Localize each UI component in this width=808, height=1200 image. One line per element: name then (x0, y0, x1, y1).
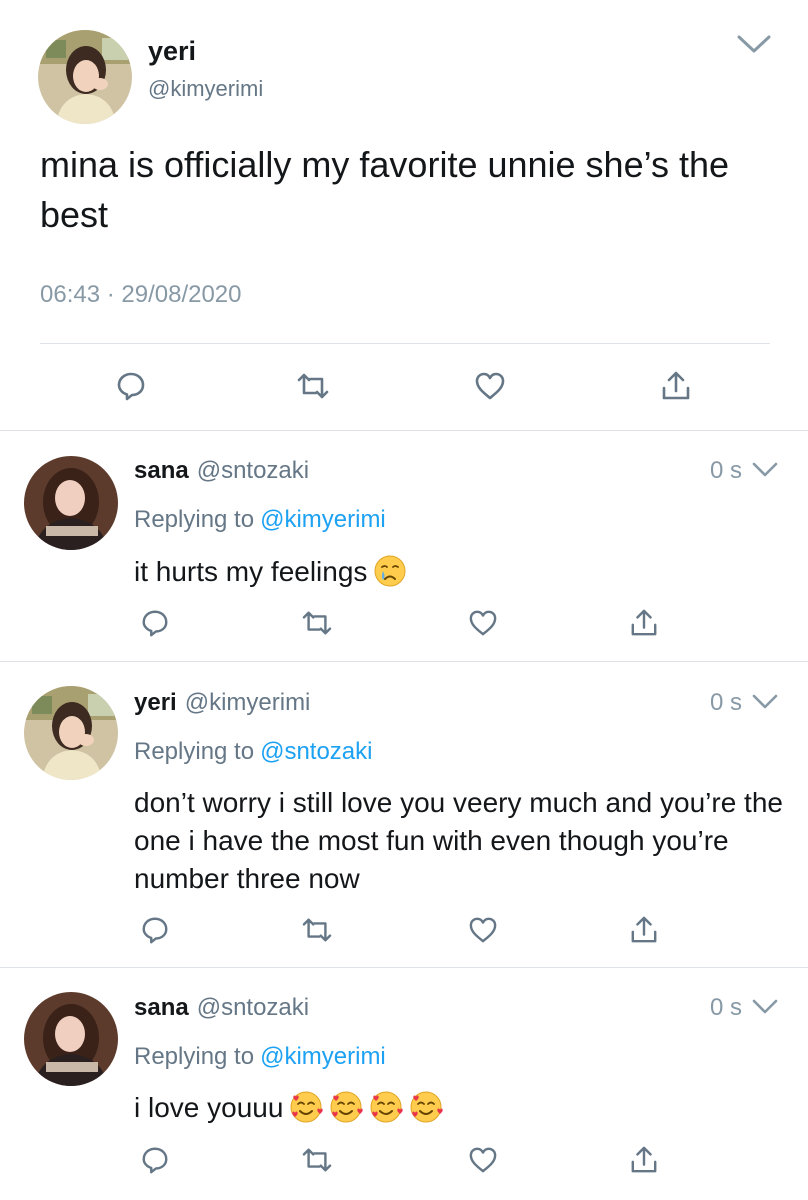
divider (0, 967, 808, 968)
reply-header: sana @sntozaki (134, 456, 309, 486)
smiling-face-with-hearts-icon (289, 1090, 324, 1124)
retweet-icon[interactable] (297, 910, 337, 950)
reply-time: 0 s (709, 689, 742, 716)
replying-to-link[interactable]: @sntozaki (260, 738, 372, 765)
reply-text: i love youuu (134, 1089, 784, 1127)
main-tweet-name[interactable]: yeri (148, 36, 196, 66)
replying-to: Replying to @sntozaki (134, 737, 372, 767)
share-icon[interactable] (656, 366, 696, 406)
reply-author-name[interactable]: sana (134, 457, 189, 484)
main-tweet-handle[interactable]: @kimyerimi (148, 76, 263, 102)
retweet-icon[interactable] (293, 366, 333, 406)
divider (40, 343, 770, 344)
reply-author-handle[interactable]: @kimyerimi (185, 689, 311, 716)
reply-header: sana @sntozaki (134, 993, 309, 1023)
replying-to-link[interactable]: @kimyerimi (260, 1043, 386, 1070)
crying-face-icon (373, 554, 407, 588)
avatar-yeri[interactable] (38, 30, 132, 124)
share-icon[interactable] (624, 910, 664, 950)
avatar-sana[interactable] (24, 992, 118, 1086)
replying-to: Replying to @kimyerimi (134, 505, 386, 535)
share-icon[interactable] (624, 603, 664, 643)
share-icon[interactable] (624, 1140, 664, 1180)
divider (0, 661, 808, 662)
reply-icon[interactable] (135, 1140, 175, 1180)
smiling-face-with-hearts-icon (369, 1090, 404, 1124)
retweet-icon[interactable] (297, 603, 337, 643)
reply-text: it hurts my feelings (134, 553, 784, 591)
reply-author-handle[interactable]: @sntozaki (197, 994, 309, 1021)
divider (0, 430, 808, 431)
like-icon[interactable] (463, 910, 503, 950)
reply-text-content: it hurts my feelings (134, 556, 368, 587)
replying-to-link[interactable]: @kimyerimi (260, 506, 386, 533)
reply-icon[interactable] (135, 910, 175, 950)
avatar-sana[interactable] (24, 456, 118, 550)
replying-to: Replying to @kimyerimi (134, 1042, 386, 1072)
reply-text-content: don’t worry i still love you veery much … (134, 787, 783, 894)
reply-text-content: i love youuu (134, 1092, 284, 1123)
main-tweet-timestamp[interactable]: 06:43 · 29/08/2020 (40, 280, 242, 310)
reply-author-name[interactable]: sana (134, 994, 189, 1021)
smiling-face-with-hearts-icon (329, 1090, 364, 1124)
reply-header: yeri @kimyerimi (134, 688, 310, 718)
reply-author-handle[interactable]: @sntozaki (197, 457, 309, 484)
reply-time: 0 s (709, 457, 742, 484)
replying-to-label: Replying to (134, 738, 255, 765)
chevron-down-icon[interactable] (752, 694, 778, 715)
reply-icon[interactable] (135, 603, 175, 643)
chevron-down-icon[interactable] (752, 999, 778, 1020)
avatar-yeri[interactable] (24, 686, 118, 780)
replying-to-label: Replying to (134, 1043, 255, 1070)
retweet-icon[interactable] (297, 1140, 337, 1180)
reply-author-name[interactable]: yeri (134, 689, 177, 716)
chevron-down-icon[interactable] (737, 34, 771, 54)
reply-time: 0 s (709, 994, 742, 1021)
chevron-down-icon[interactable] (752, 462, 778, 483)
main-tweet-text: mina is officially my favorite unnie she… (40, 144, 729, 235)
smiling-face-with-hearts-icon (409, 1090, 444, 1124)
reply-icon[interactable] (111, 366, 151, 406)
like-icon[interactable] (463, 603, 503, 643)
like-icon[interactable] (470, 366, 510, 406)
like-icon[interactable] (463, 1140, 503, 1180)
reply-text: don’t worry i still love you veery much … (134, 784, 784, 898)
replying-to-label: Replying to (134, 506, 255, 533)
